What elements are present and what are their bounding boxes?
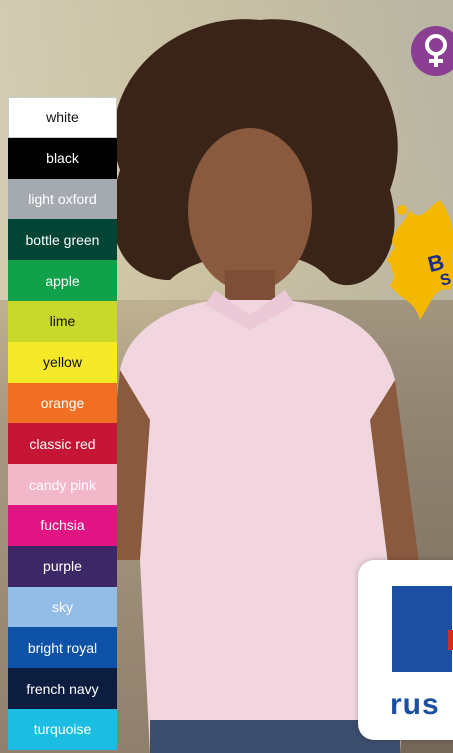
- color-swatch-list: white black light oxford bottle green ap…: [8, 97, 117, 750]
- swatch-light-oxford[interactable]: light oxford: [8, 178, 117, 220]
- swatch-turquoise[interactable]: turquoise: [8, 708, 117, 750]
- swatch-label: turquoise: [33, 721, 92, 738]
- swatch-label: french navy: [26, 680, 99, 697]
- swatch-label: bottle green: [25, 231, 100, 248]
- female-symbol-icon: [411, 26, 453, 76]
- swatch-label: lime: [49, 313, 76, 330]
- swatch-bottle-green[interactable]: bottle green: [8, 219, 117, 261]
- swatch-candy-pink[interactable]: candy pink: [8, 464, 117, 505]
- swatch-purple[interactable]: purple: [8, 545, 117, 587]
- swatch-orange[interactable]: orange: [8, 382, 117, 424]
- swatch-label: light oxford: [28, 190, 97, 207]
- swatch-french-navy[interactable]: french navy: [8, 668, 117, 709]
- product-photo: white black light oxford bottle green ap…: [0, 0, 453, 753]
- swatch-label: apple: [45, 272, 80, 289]
- swatch-classic-red[interactable]: classic red: [8, 423, 117, 465]
- swatch-label: purple: [43, 558, 82, 575]
- swatch-white[interactable]: white: [8, 97, 117, 138]
- swatch-yellow[interactable]: yellow: [8, 341, 117, 383]
- swatch-label: sky: [52, 598, 73, 615]
- swatch-label: black: [46, 150, 79, 167]
- swatch-black[interactable]: black: [8, 137, 117, 179]
- brand-logo-mark: [392, 586, 452, 672]
- swatch-fuchsia[interactable]: fuchsia: [8, 504, 117, 546]
- swatch-label: classic red: [29, 435, 96, 452]
- swatch-apple[interactable]: apple: [8, 260, 117, 301]
- swatch-label: fuchsia: [40, 517, 85, 534]
- swatch-label: candy pink: [29, 476, 96, 493]
- swatch-label: orange: [40, 394, 85, 411]
- swatch-label: white: [46, 109, 79, 126]
- swatch-label: bright royal: [27, 639, 98, 656]
- swatch-label: yellow: [43, 354, 82, 371]
- brand-wordmark: rus: [390, 688, 440, 721]
- brand-logo-accent: [448, 630, 453, 650]
- swatch-bright-royal[interactable]: bright royal: [8, 627, 117, 669]
- swatch-lime[interactable]: lime: [8, 300, 117, 342]
- swatch-sky[interactable]: sky: [8, 586, 117, 628]
